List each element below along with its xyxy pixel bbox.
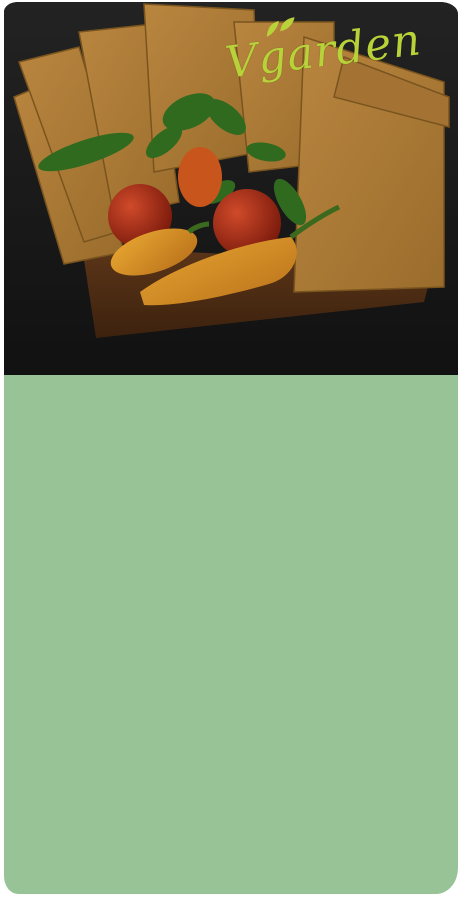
leaf-icon	[267, 17, 295, 37]
content-panel	[4, 375, 458, 894]
hero-image: Vgarden	[4, 2, 458, 375]
app-card: Vgarden	[4, 2, 458, 894]
